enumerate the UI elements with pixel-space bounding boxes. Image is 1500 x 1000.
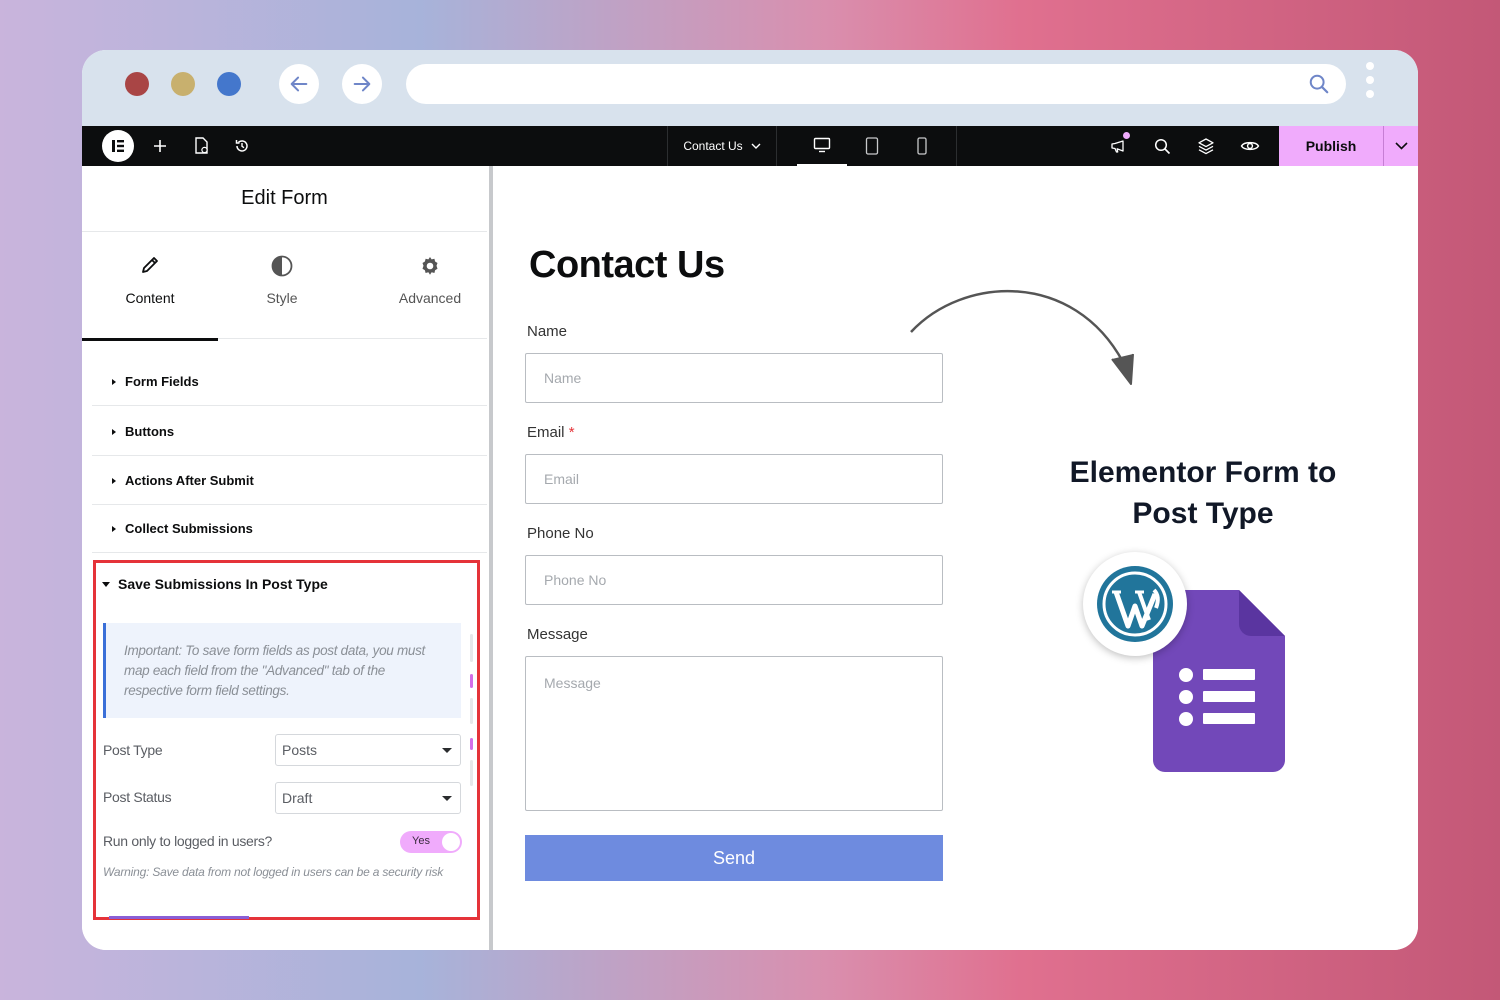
publish-options-button[interactable] [1383, 126, 1418, 166]
tab-content[interactable]: Content [82, 254, 218, 306]
section-save-submissions-post-type[interactable]: Save Submissions In Post Type [102, 576, 328, 592]
browser-menu-icon[interactable] [1364, 62, 1376, 106]
chevron-down-icon [751, 143, 761, 149]
tab-advanced[interactable]: Advanced [362, 254, 498, 306]
section-label: Collect Submissions [125, 521, 253, 536]
mobile-icon [917, 137, 927, 155]
section-label: Buttons [125, 424, 175, 439]
toggle-knob [442, 833, 460, 851]
post-status-label: Post Status [103, 789, 172, 805]
security-warning: Warning: Save data from not logged in us… [103, 865, 444, 879]
panel-title: Edit Form [82, 166, 487, 232]
section-collect-submissions[interactable]: Collect Submissions [92, 505, 487, 553]
post-type-select[interactable]: Posts [275, 734, 461, 766]
add-element-icon[interactable] [150, 136, 170, 156]
close-window-button[interactable] [125, 72, 149, 96]
desktop-view-button[interactable] [797, 126, 847, 166]
tab-style-label: Style [266, 290, 298, 306]
scroll-marker [470, 634, 473, 662]
preview-canvas: Contact Us Name Name Email * Email Phone… [493, 166, 1418, 950]
scroll-marker [470, 760, 473, 786]
back-button[interactable] [279, 64, 319, 104]
name-field-label: Name [527, 323, 568, 340]
minimize-window-button[interactable] [171, 72, 195, 96]
post-type-value: Posts [282, 742, 318, 758]
browser-window: Contact Us Publish Edit Form Content Sty… [82, 50, 1418, 950]
section-form-fields[interactable]: Form Fields [92, 358, 487, 406]
logged-in-only-label: Run only to logged in users? [103, 833, 273, 849]
forward-button[interactable] [342, 64, 382, 104]
curved-arrow-icon [910, 289, 1134, 385]
section-label: Form Fields [125, 374, 199, 389]
finder-search-icon[interactable] [1152, 136, 1172, 156]
tab-advanced-label: Advanced [398, 290, 462, 306]
caret-down-icon [442, 748, 452, 753]
tablet-view-button[interactable] [847, 126, 897, 166]
tablet-icon [865, 137, 879, 155]
required-asterisk: * [568, 424, 575, 441]
page-selector-label: Contact Us [683, 139, 743, 153]
post-type-notice: Important: To save form fields as post d… [103, 623, 461, 718]
scroll-marker [470, 738, 473, 750]
editor-panel: Edit Form Content Style Advanced Form Fi… [82, 166, 489, 950]
arrow-right-icon [353, 76, 371, 92]
pencil-icon [142, 257, 158, 273]
desktop-icon [813, 137, 831, 153]
caret-down-icon [102, 581, 110, 587]
search-icon[interactable] [1308, 73, 1330, 95]
email-field-label: Email * [527, 424, 575, 441]
tab-style[interactable]: Style [214, 254, 350, 306]
maximize-window-button[interactable] [217, 72, 241, 96]
section-buttons[interactable]: Buttons [92, 408, 487, 456]
scroll-marker [470, 698, 473, 724]
message-textarea[interactable]: Message [525, 656, 943, 811]
email-input[interactable]: Email [525, 454, 943, 504]
send-button[interactable]: Send [525, 835, 943, 881]
section-actions-after-submit[interactable]: Actions After Submit [92, 457, 487, 505]
page-heading: Contact Us [529, 244, 725, 286]
notification-badge [1123, 132, 1130, 139]
page-selector[interactable]: Contact Us [667, 126, 777, 166]
section-label: Save Submissions In Post Type [118, 576, 328, 592]
post-status-select[interactable]: Draft [275, 782, 461, 814]
panel-footer-indicator [109, 916, 249, 919]
structure-layers-icon[interactable] [1196, 136, 1216, 156]
half-circle-icon [271, 255, 293, 277]
caret-down-icon [442, 796, 452, 801]
address-bar[interactable] [406, 64, 1346, 104]
caret-right-icon [112, 378, 116, 385]
post-status-value: Draft [282, 790, 313, 806]
phone-input[interactable]: Phone No [525, 555, 943, 605]
caret-right-icon [112, 428, 116, 435]
arrow-left-icon [290, 76, 308, 92]
mobile-view-button[interactable] [897, 126, 947, 166]
scroll-marker [470, 674, 473, 688]
wordpress-logo-badge [1083, 552, 1187, 656]
page-settings-icon[interactable] [192, 136, 212, 156]
active-tab-indicator [82, 338, 218, 341]
publish-button[interactable]: Publish [1279, 126, 1383, 166]
logged-in-only-toggle[interactable]: Yes [400, 831, 462, 853]
post-type-label: Post Type [103, 742, 163, 758]
elementor-logo-icon[interactable] [102, 130, 134, 162]
history-icon[interactable] [232, 136, 252, 156]
browser-chrome [82, 50, 1418, 126]
chevron-down-icon [1394, 142, 1408, 150]
preview-eye-icon[interactable] [1240, 136, 1260, 156]
phone-field-label: Phone No [527, 525, 594, 542]
caret-right-icon [112, 525, 116, 532]
toggle-label: Yes [412, 835, 430, 847]
promo-title: Elementor Form to Post Type [1069, 456, 1337, 530]
caret-right-icon [112, 477, 116, 484]
editor-top-bar: Contact Us Publish [82, 126, 1418, 166]
tab-content-label: Content [125, 290, 175, 306]
gear-icon [422, 257, 438, 275]
notifications-icon[interactable] [1108, 136, 1128, 156]
wordpress-icon [1097, 566, 1173, 642]
message-field-label: Message [527, 626, 588, 643]
name-input[interactable]: Name [525, 353, 943, 403]
section-label: Actions After Submit [125, 473, 254, 488]
